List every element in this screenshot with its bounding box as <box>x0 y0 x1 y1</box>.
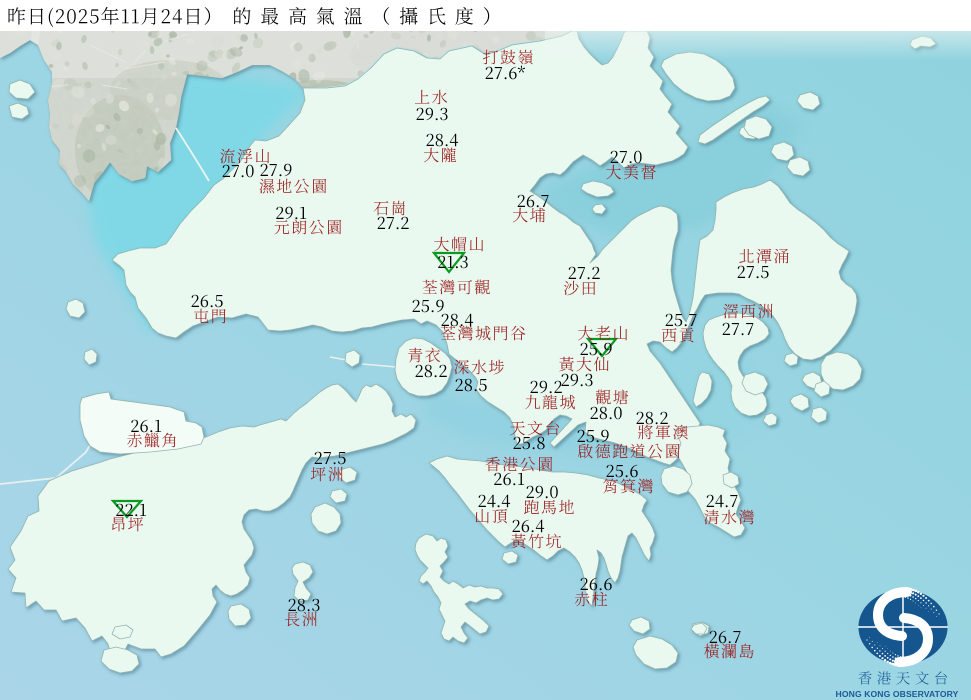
svg-text:HONG KONG OBSERVATORY: HONG KONG OBSERVATORY <box>836 689 959 699</box>
